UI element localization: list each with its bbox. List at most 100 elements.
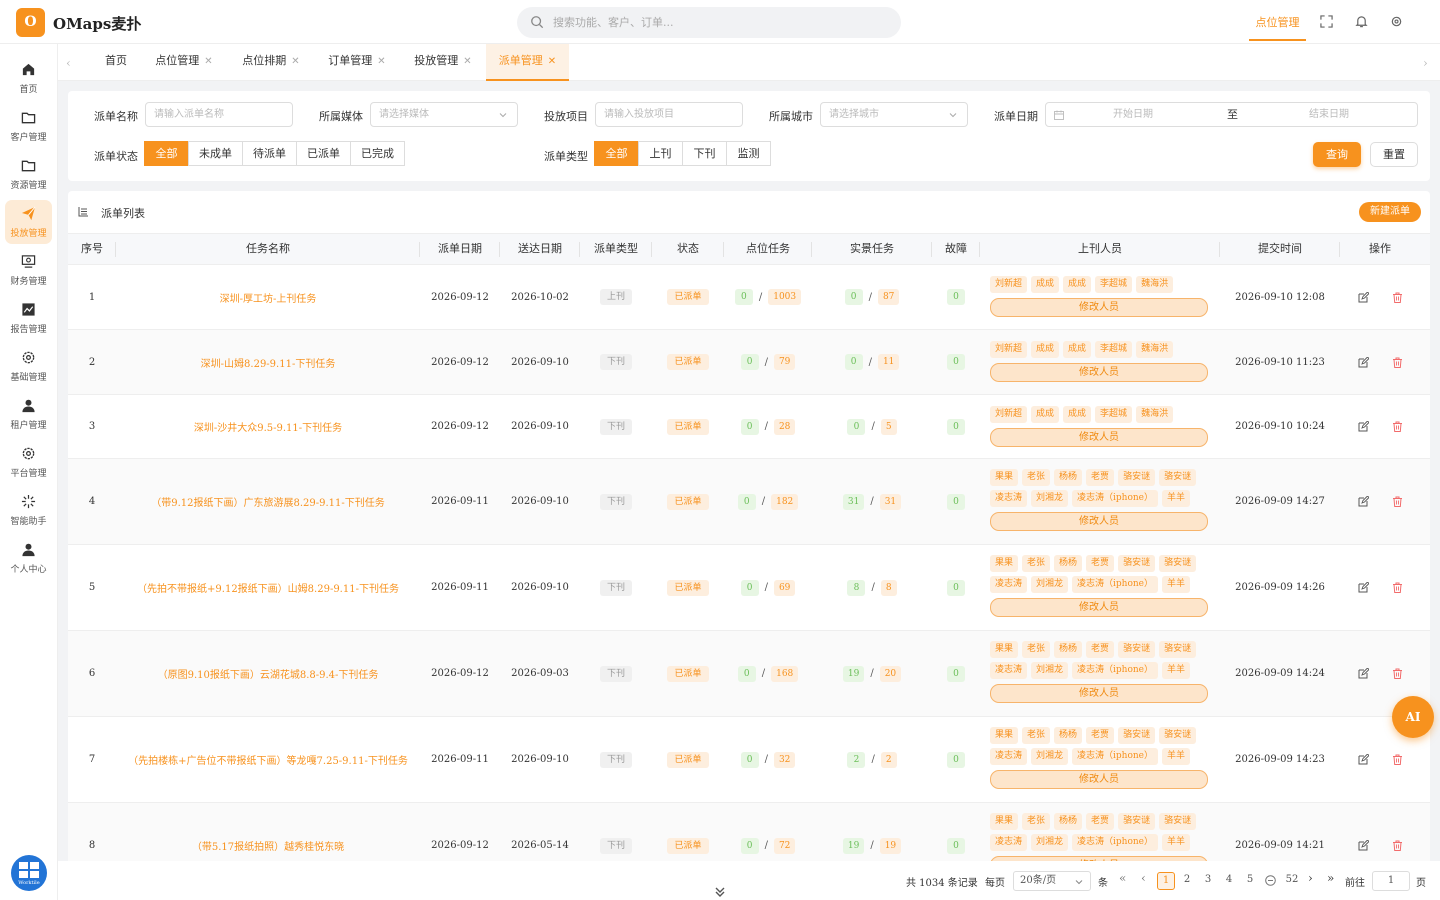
more-pages-icon[interactable] — [1265, 875, 1276, 886]
tabs-scroll-left-icon[interactable]: ‹ — [66, 56, 71, 70]
column-header[interactable]: 派单类型 — [580, 234, 652, 265]
header-tab-point-management[interactable]: 点位管理 — [1249, 14, 1306, 30]
ai-assistant-button[interactable]: AI — [1392, 696, 1434, 738]
date-end[interactable]: 结束日期 — [1309, 103, 1349, 126]
page-number[interactable]: 4 — [1220, 872, 1238, 890]
status-option-dispatched[interactable]: 已派单 — [296, 141, 351, 166]
page-number[interactable]: 1 — [1157, 872, 1175, 890]
tab-home[interactable]: 首页 — [96, 44, 136, 81]
search-input[interactable] — [553, 13, 883, 32]
settings-icon[interactable] — [1390, 15, 1403, 28]
task-name-link[interactable]: （带5.17报纸拍照）越秀桂悦东晓 — [192, 838, 344, 853]
sidebar-item-basic[interactable]: 基础管理 — [5, 344, 52, 388]
close-icon[interactable]: ✕ — [548, 56, 556, 67]
modify-people-button[interactable]: 修改人员 — [990, 298, 1208, 317]
delete-icon[interactable] — [1392, 582, 1403, 593]
table-row[interactable]: 8 （带5.17报纸拍照）越秀桂悦东晓 2026-09-12 2026-05-14 下刊… — [68, 803, 1430, 861]
page-number[interactable]: 5 — [1241, 872, 1259, 890]
tabs-scroll-right-icon[interactable]: › — [1423, 56, 1428, 70]
modify-people-button[interactable]: 修改人员 — [990, 363, 1208, 382]
status-option-unordered[interactable]: 未成单 — [188, 141, 243, 166]
query-button[interactable]: 查询 — [1313, 142, 1361, 167]
type-option-monitor[interactable]: 监测 — [726, 141, 771, 166]
collapse-toggle[interactable] — [708, 882, 732, 900]
sidebar-item-platform[interactable]: 平台管理 — [5, 440, 52, 484]
column-header[interactable]: 上刊人员 — [980, 234, 1220, 265]
table-row[interactable]: 7 （先拍楼栋+广告位不带报纸下画）等龙嘎7.25-9.11-下刊任务 2026-0… — [68, 717, 1430, 803]
modify-people-button[interactable]: 修改人员 — [990, 684, 1208, 703]
page-number[interactable]: 2 — [1178, 872, 1196, 890]
modify-people-button[interactable]: 修改人员 — [990, 770, 1208, 789]
column-header[interactable]: 序号 — [68, 234, 116, 265]
type-option-all[interactable]: 全部 — [594, 141, 639, 166]
media-select[interactable]: 请选择媒体 — [370, 102, 518, 127]
task-name-link[interactable]: 深圳-厚工坊-上刊任务 — [220, 290, 317, 305]
edit-icon[interactable] — [1358, 840, 1369, 851]
edit-icon[interactable] — [1358, 582, 1369, 593]
global-search[interactable] — [517, 7, 901, 38]
delete-icon[interactable] — [1392, 421, 1403, 432]
new-dispatch-button[interactable]: 新建派单 — [1359, 202, 1421, 222]
column-header[interactable]: 实景任务 — [812, 234, 932, 265]
table-row[interactable]: 3 深圳-沙井大众9.5-9.11-下刊任务 2026-09-12 2026-09-1… — [68, 395, 1430, 459]
sidebar-item-delivery[interactable]: 投放管理 — [5, 200, 52, 244]
page-number[interactable]: 52 — [1283, 872, 1301, 890]
task-name-link[interactable]: 深圳-沙井大众9.5-9.11-下刊任务 — [194, 419, 342, 434]
edit-icon[interactable] — [1358, 421, 1369, 432]
close-icon[interactable]: ✕ — [291, 56, 299, 67]
sidebar-item-assistant[interactable]: 智能助手 — [5, 488, 52, 532]
task-name-link[interactable]: （原图9.10报纸下画）云湖花城8.8-9.4-下刊任务 — [158, 666, 379, 681]
sidebar-item-tenants[interactable]: 租户管理 — [5, 392, 52, 436]
delete-icon[interactable] — [1392, 496, 1403, 507]
fullscreen-icon[interactable] — [1320, 15, 1333, 28]
delete-icon[interactable] — [1392, 754, 1403, 765]
task-name-link[interactable]: （先拍楼栋+广告位不带报纸下画）等龙嘎7.25-9.11-下刊任务 — [128, 752, 408, 767]
close-icon[interactable]: ✕ — [204, 56, 212, 67]
table-row[interactable]: 6 （原图9.10报纸下画）云湖花城8.8-9.4-下刊任务 2026-09-12 2… — [68, 631, 1430, 717]
delete-icon[interactable] — [1392, 840, 1403, 851]
column-header[interactable]: 故障 — [932, 234, 980, 265]
tab-point-schedule[interactable]: 点位排期 ✕ — [233, 44, 309, 81]
edit-icon[interactable] — [1358, 357, 1369, 368]
delete-icon[interactable] — [1392, 292, 1403, 303]
goto-page-input[interactable]: 1 — [1372, 871, 1410, 891]
date-start[interactable]: 开始日期 — [1113, 103, 1153, 126]
edit-icon[interactable] — [1358, 496, 1369, 507]
sidebar-item-resources[interactable]: 资源管理 — [5, 152, 52, 196]
edit-icon[interactable] — [1358, 292, 1369, 303]
tab-order-management[interactable]: 订单管理 ✕ — [319, 44, 395, 81]
page-number[interactable]: 3 — [1199, 872, 1217, 890]
column-header[interactable]: 任务名称 — [116, 234, 420, 265]
sidebar-item-customers[interactable]: 客户管理 — [5, 104, 52, 148]
prev-page-icon[interactable]: ‹ — [1141, 871, 1146, 885]
tab-point-management[interactable]: 点位管理 ✕ — [146, 44, 222, 81]
task-name-link[interactable]: （先拍不带报纸+9.12报纸下画）山姆8.29-9.11-下刊任务 — [137, 580, 399, 595]
close-icon[interactable]: ✕ — [377, 56, 385, 67]
column-header[interactable]: 状态 — [652, 234, 724, 265]
next-page-icon[interactable]: › — [1308, 871, 1313, 885]
column-header[interactable]: 送达日期 — [500, 234, 580, 265]
status-option-all[interactable]: 全部 — [144, 141, 189, 166]
type-option-remove[interactable]: 下刊 — [682, 141, 727, 166]
table-row[interactable]: 4 （带9.12报纸下画）广东旅游展8.29-9.11-下刊任务 2026-09-1… — [68, 459, 1430, 545]
project-input[interactable]: 请输入投放项目 — [595, 102, 743, 127]
edit-icon[interactable] — [1358, 754, 1369, 765]
table-row[interactable]: 5 （先拍不带报纸+9.12报纸下画）山姆8.29-9.11-下刊任务 2026-0… — [68, 545, 1430, 631]
close-icon[interactable]: ✕ — [463, 56, 471, 67]
task-name-link[interactable]: 深圳-山姆8.29-9.11-下刊任务 — [201, 355, 336, 370]
status-option-pending[interactable]: 待派单 — [242, 141, 297, 166]
status-option-completed[interactable]: 已完成 — [350, 141, 405, 166]
last-page-icon[interactable]: » — [1327, 871, 1334, 885]
column-header[interactable]: 操作 — [1340, 234, 1420, 265]
column-header[interactable]: 提交时间 — [1220, 234, 1340, 265]
reset-button[interactable]: 重置 — [1370, 142, 1418, 167]
column-header[interactable]: 派单日期 — [420, 234, 500, 265]
dispatch-name-input[interactable]: 请输入派单名称 — [145, 102, 293, 127]
modify-people-button[interactable]: 修改人员 — [990, 512, 1208, 531]
tab-delivery-management[interactable]: 投放管理 ✕ — [405, 44, 481, 81]
worktile-app-button[interactable]: Worktile — [11, 855, 47, 891]
table-row[interactable]: 2 深圳-山姆8.29-9.11-下刊任务 2026-09-12 2026-09-10… — [68, 330, 1430, 395]
modify-people-button[interactable]: 修改人员 — [990, 598, 1208, 617]
delete-icon[interactable] — [1392, 357, 1403, 368]
type-option-post[interactable]: 上刊 — [638, 141, 683, 166]
